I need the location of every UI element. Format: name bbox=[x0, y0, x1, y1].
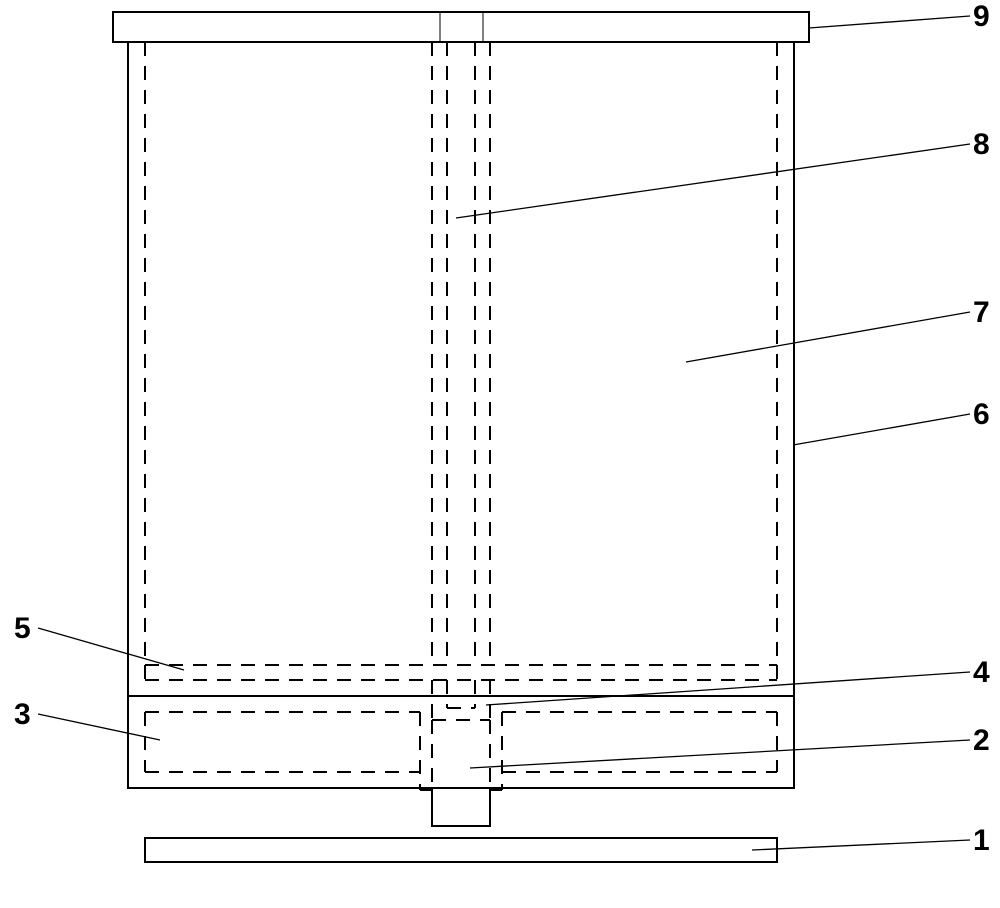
label-3: 3 bbox=[14, 698, 31, 732]
label-2: 2 bbox=[973, 724, 990, 758]
label-6: 6 bbox=[973, 398, 990, 432]
base-housing bbox=[128, 696, 794, 788]
technical-drawing: 9 8 7 6 5 4 3 2 1 bbox=[0, 0, 1000, 903]
leader-lines bbox=[38, 16, 970, 850]
label-4: 4 bbox=[973, 656, 990, 690]
label-5: 5 bbox=[14, 612, 31, 646]
drawing-svg bbox=[0, 0, 1000, 903]
stem-socket bbox=[432, 788, 490, 826]
label-8: 8 bbox=[973, 128, 990, 162]
top-flange bbox=[113, 12, 809, 42]
outer-wall bbox=[128, 42, 794, 696]
label-7: 7 bbox=[973, 296, 990, 330]
label-9: 9 bbox=[973, 0, 990, 34]
hidden-lines bbox=[145, 42, 777, 790]
base-plate bbox=[145, 838, 777, 862]
label-1: 1 bbox=[973, 824, 990, 858]
